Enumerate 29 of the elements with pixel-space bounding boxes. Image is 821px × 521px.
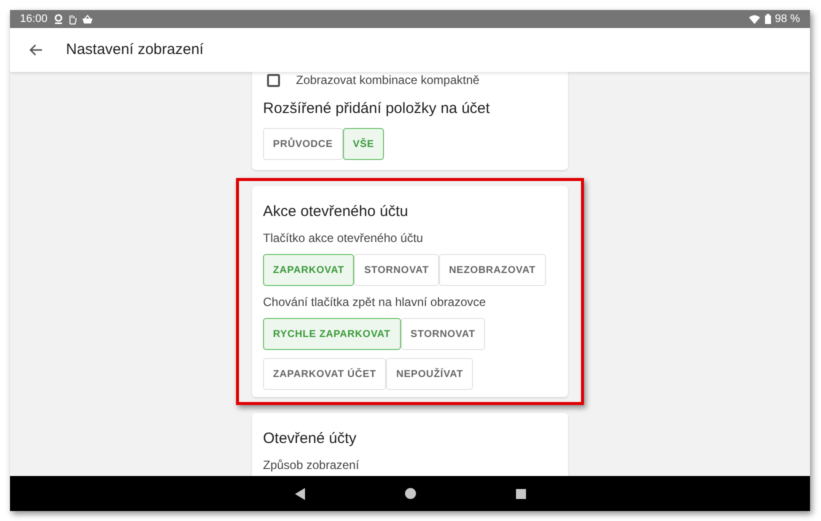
option-button[interactable]: RYCHLE ZAPARKOVAT bbox=[263, 318, 401, 350]
screen-title: Nastavení zobrazení bbox=[66, 40, 204, 60]
battery-percentage: 98 % bbox=[774, 12, 800, 27]
home-circle-icon[interactable] bbox=[404, 488, 416, 499]
back-triangle-icon[interactable] bbox=[294, 488, 304, 500]
checkbox[interactable] bbox=[267, 74, 280, 86]
recents-square-icon[interactable] bbox=[516, 488, 526, 498]
section-heading: Otevřené účty bbox=[263, 429, 358, 449]
option-button[interactable]: STORNOVAT bbox=[400, 318, 486, 350]
option-button[interactable]: ZAPARKOVAT bbox=[263, 254, 354, 286]
status-time: 16:00 bbox=[20, 12, 48, 27]
setting-label: Chování tlačítka zpět na hlavní obrazovce bbox=[263, 295, 487, 309]
option-button[interactable]: PRŮVODCE bbox=[263, 128, 343, 160]
option-button[interactable]: NEZOBRAZOVAT bbox=[438, 254, 546, 286]
back-arrow-button[interactable] bbox=[28, 42, 44, 58]
battery-icon bbox=[764, 14, 771, 24]
option-button[interactable]: VŠE bbox=[342, 128, 384, 160]
setting-label: Způsob zobrazení bbox=[263, 458, 360, 472]
hand-icon bbox=[68, 14, 77, 24]
setting-label: Tlačítko akce otevřeného účtu bbox=[263, 231, 424, 245]
option-button[interactable]: ZAPARKOVAT ÚČET bbox=[263, 358, 386, 390]
location-pin-icon bbox=[54, 14, 63, 24]
section-heading: Rozšířené přidání položky na účet bbox=[263, 99, 491, 119]
checkbox-label: Zobrazovat kombinace kompaktně bbox=[296, 72, 480, 89]
wifi-icon bbox=[748, 14, 760, 24]
option-button[interactable]: STORNOVAT bbox=[354, 254, 439, 286]
option-button[interactable]: NEPOUŽÍVAT bbox=[386, 358, 474, 390]
basket-icon bbox=[82, 14, 93, 24]
section-heading: Akce otevřeného účtu bbox=[263, 202, 410, 222]
